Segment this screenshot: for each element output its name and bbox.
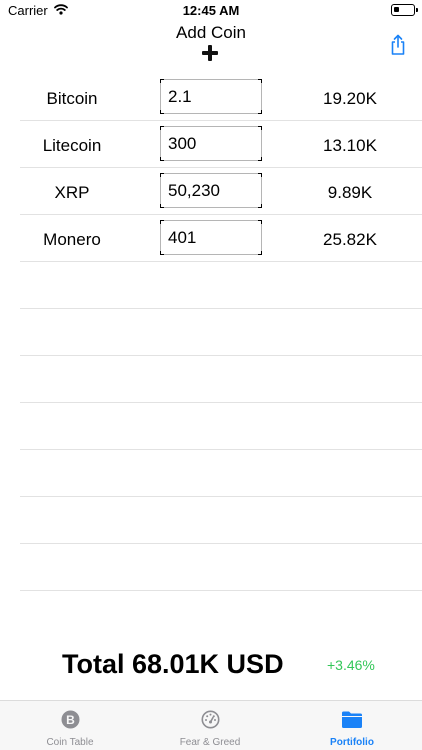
battery-level — [394, 7, 399, 12]
add-coin-title[interactable]: Add Coin — [0, 23, 422, 43]
tab-label: Coin Table — [46, 737, 94, 748]
amount-field-box — [160, 79, 262, 114]
amount-field-box — [160, 126, 262, 161]
amount-input-xrp[interactable] — [161, 174, 261, 207]
coin-name: Monero — [43, 230, 101, 249]
coin-name: Bitcoin — [46, 89, 98, 108]
coin-row-xrp: XRP 9.89K — [20, 168, 422, 215]
battery-icon — [391, 4, 418, 16]
amount-field-box — [160, 220, 262, 255]
empty-row — [20, 450, 422, 497]
share-icon[interactable] — [387, 34, 409, 56]
coin-value: 25.82K — [323, 230, 377, 249]
tab-fear-greed[interactable]: Fear & Greed — [140, 701, 280, 750]
coin-row-monero: Monero 25.82K — [20, 215, 422, 262]
coin-list: Bitcoin 19.20K Litecoin 13.10K XRP 9.89K… — [20, 74, 422, 591]
svg-text:B: B — [66, 713, 75, 727]
coin-row-litecoin: Litecoin 13.10K — [20, 121, 422, 168]
amount-input-monero[interactable] — [161, 221, 261, 254]
folder-icon — [342, 711, 362, 728]
amount-field-box — [160, 173, 262, 208]
coin-value: 19.20K — [323, 89, 377, 108]
coin-name: XRP — [54, 183, 90, 202]
gauge-icon — [201, 710, 220, 729]
tab-label: Portifolio — [330, 737, 374, 748]
status-time: 12:45 AM — [182, 3, 240, 18]
status-bar: Carrier 12:45 AM — [0, 0, 422, 22]
amount-input-litecoin[interactable] — [161, 127, 261, 160]
coin-value: 13.10K — [323, 136, 377, 155]
total-value: Total 68.01K USD — [62, 649, 284, 679]
tab-coin-table[interactable]: B Coin Table — [0, 701, 140, 750]
bitcoin-icon: B — [61, 710, 80, 729]
empty-row — [20, 356, 422, 403]
coin-value: 9.89K — [327, 183, 373, 202]
tab-label: Fear & Greed — [179, 737, 241, 748]
amount-input-bitcoin[interactable] — [161, 80, 261, 113]
empty-row — [20, 544, 422, 591]
change-percent: +3.46% — [327, 657, 375, 673]
empty-row — [20, 497, 422, 544]
empty-row — [20, 262, 422, 309]
tab-bar: B Coin Table Fear & Greed Portifolio — [0, 700, 422, 750]
plus-icon[interactable] — [199, 43, 221, 63]
tab-portfolio[interactable]: Portifolio — [282, 701, 422, 750]
coin-row-bitcoin: Bitcoin 19.20K — [20, 74, 422, 121]
empty-row — [20, 309, 422, 356]
empty-row — [20, 403, 422, 450]
coin-name: Litecoin — [42, 136, 102, 155]
